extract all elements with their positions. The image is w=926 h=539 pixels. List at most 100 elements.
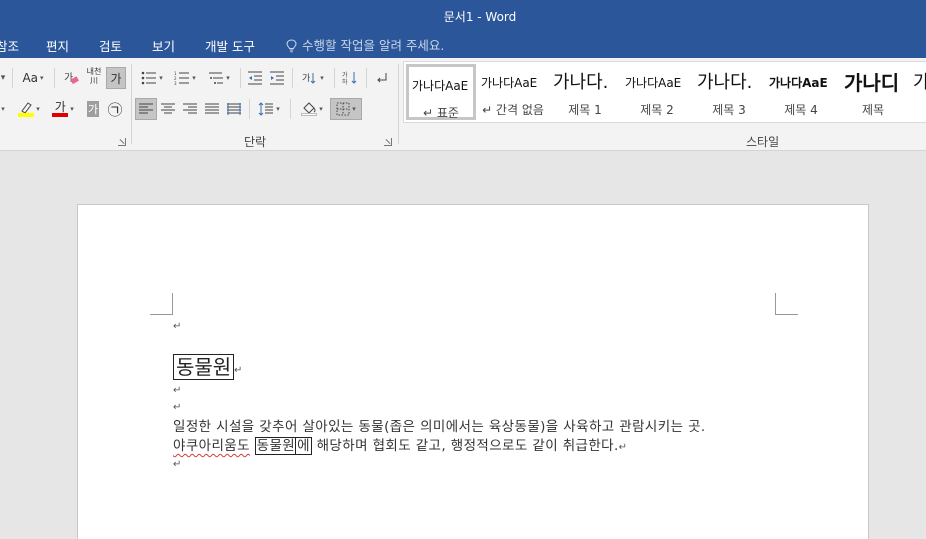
style-subtitle[interactable]: 가 [910,64,926,120]
highlight-swatch [18,113,35,117]
tab-mailings[interactable]: 편지 [46,36,69,55]
shading-button[interactable]: ▾ [296,98,328,120]
decrease-indent-icon [248,71,262,85]
style-heading-3[interactable]: 가나다. 제목 3 [694,64,764,120]
style-no-spacing[interactable]: 가나다AaE ↵ 간격 없음 [478,64,548,120]
lightbulb-icon [286,39,297,53]
style-title-name: 제목 [861,103,885,117]
borders-icon [336,102,350,116]
sort-button[interactable]: 가하 [340,67,360,89]
tell-me-placeholder: 수행할 작업을 알려 주세요. [302,38,445,53]
paragraph-mark-icon [377,73,387,83]
style-no-spacing-name: ↵ 간격 없음 [482,103,544,117]
margin-corner-left [172,293,173,315]
highlighter-icon [21,102,32,113]
distributed-button[interactable] [224,98,244,120]
underline-dropdown-edge[interactable]: ▾ [0,98,6,120]
change-case-label: Aa [22,71,39,85]
character-border-button[interactable]: 가 [106,67,126,89]
style-heading-2-name: 제목 2 [640,103,674,117]
style-no-spacing-sample: 가나다AaE [481,76,538,90]
change-case-button[interactable]: Aa ▾ [18,67,48,89]
tab-view[interactable]: 보기 [152,36,175,55]
borders-button[interactable]: ▾ [330,98,362,120]
bullets-button[interactable]: ▾ [137,67,167,89]
style-heading-3-sample: 가나다. [697,72,753,93]
tab-review[interactable]: 검토 [99,36,122,55]
enclose-characters-icon: ㉠ [107,100,123,119]
svg-text:가: 가 [342,71,348,79]
style-title-sample: 가나디 [844,71,900,95]
multilevel-list-button[interactable]: ▾ [203,67,235,89]
text-direction-button[interactable]: 가 ▾ [298,67,328,89]
font-size-dropdown-edge[interactable]: ▾ [0,67,6,89]
justify-icon [205,103,219,114]
style-heading-1-sample: 가나다. [553,72,609,93]
style-heading-4[interactable]: 가나다AaE 제목 4 [766,64,836,120]
paragraph-mark: ↵ [173,459,182,470]
align-center-icon [161,103,175,114]
bordered-word: 동물원 에 [254,437,312,455]
justify-button[interactable] [202,98,222,120]
body-line-2-rest: 해당하며 협회도 같고, 행정적으로도 같이 취급한다. [311,438,619,454]
paragraph-group-label: 단락 [244,135,267,149]
line-spacing-button[interactable]: ▾ [254,98,284,120]
enclose-characters-button[interactable]: ㉠ [104,98,126,120]
style-heading-4-name: 제목 4 [784,103,818,117]
paragraph-mark: ↵ [173,321,182,332]
clear-formatting-button[interactable]: 가 [60,67,82,89]
phonetic-guide-icon: 내천 川 [86,67,102,85]
style-heading-3-name: 제목 3 [712,103,746,117]
shading-swatch [301,113,318,116]
styles-group-label: 스타일 [746,135,780,149]
margin-corner-right-h [775,314,798,315]
style-title[interactable]: 가나디 제목 [838,64,908,120]
text-direction-icon: 가 [302,73,316,84]
style-normal-name: ↵ 표준 [423,106,459,120]
window-title: 문서1 - Word [443,10,517,24]
character-shading-label: 가 [86,101,100,117]
highlight-color-button[interactable]: ▾ [14,98,44,120]
svg-text:3: 3 [174,81,177,85]
style-heading-2[interactable]: 가나다AaE 제목 2 [622,64,692,120]
align-center-button[interactable] [158,98,178,120]
character-shading-button[interactable]: 가 [84,98,102,120]
phonetic-guide-button[interactable]: 내천 川 [84,65,104,87]
decrease-indent-button[interactable] [245,67,265,89]
align-right-button[interactable] [180,98,200,120]
font-color-swatch [52,113,69,117]
align-left-icon [139,103,153,114]
paragraph-dialog-launcher[interactable] [384,138,392,146]
font-color-button[interactable]: 가 ▾ [48,98,78,120]
line-spacing-icon [258,102,274,116]
paint-bucket-icon [303,102,316,113]
font-color-label: 가 [54,100,66,114]
body-text-line-2[interactable]: 야쿠아리움도 동물원 에 해당하며 협회도 같고, 행정적으로도 같이 취급한다.… [173,434,627,455]
document-page[interactable]: ↵ 동물원 ↵ ↵ ↵ 일정한 시설을 갖추어 살아있는 동물(좁은 의미에서는… [77,204,869,539]
tab-references[interactable]: 참조 [0,36,19,55]
align-left-button[interactable] [135,98,157,120]
bordered-word-suffix: 에 [295,438,310,454]
style-normal-sample: 가나다AaE [412,79,469,93]
body-text-line-1[interactable]: 일정한 시설을 갖추어 살아있는 동물(좁은 의미에서는 육상동물)을 사육하고… [173,415,706,435]
ribbon: ▾ Aa ▾ 가 내천 川 가 ▾ ▾ 가 ▾ 가 ㉠ ▾ 1 2 3 ▾ ▾ … [0,58,926,151]
sort-icon: 가하 [342,71,357,85]
style-heading-1[interactable]: 가나다. 제목 1 [550,64,620,120]
font-dialog-launcher[interactable] [118,138,126,146]
style-subtitle-sample: 가 [913,68,926,94]
increase-indent-button[interactable] [267,67,287,89]
style-heading-2-sample: 가나다AaE [625,76,682,90]
paragraph-mark: ↵ [173,385,182,396]
show-marks-button[interactable] [372,67,392,89]
numbered-list-icon: 123 [174,71,190,85]
distributed-icon [227,103,241,115]
style-heading-4-sample: 가나다AaE [769,76,828,90]
svg-text:가: 가 [302,73,310,84]
tell-me-box[interactable]: 수행할 작업을 알려 주세요. [286,35,444,54]
numbering-button[interactable]: 1 2 3 ▾ [170,67,200,89]
misspelled-word[interactable]: 야쿠아리움도 [173,438,250,454]
bordered-word-text: 동물원 [256,438,296,454]
document-title[interactable]: 동물원 [173,354,235,380]
tab-developer[interactable]: 개발 도구 [205,36,255,55]
style-normal[interactable]: 가나다AaE ↵ 표준 [406,64,476,120]
